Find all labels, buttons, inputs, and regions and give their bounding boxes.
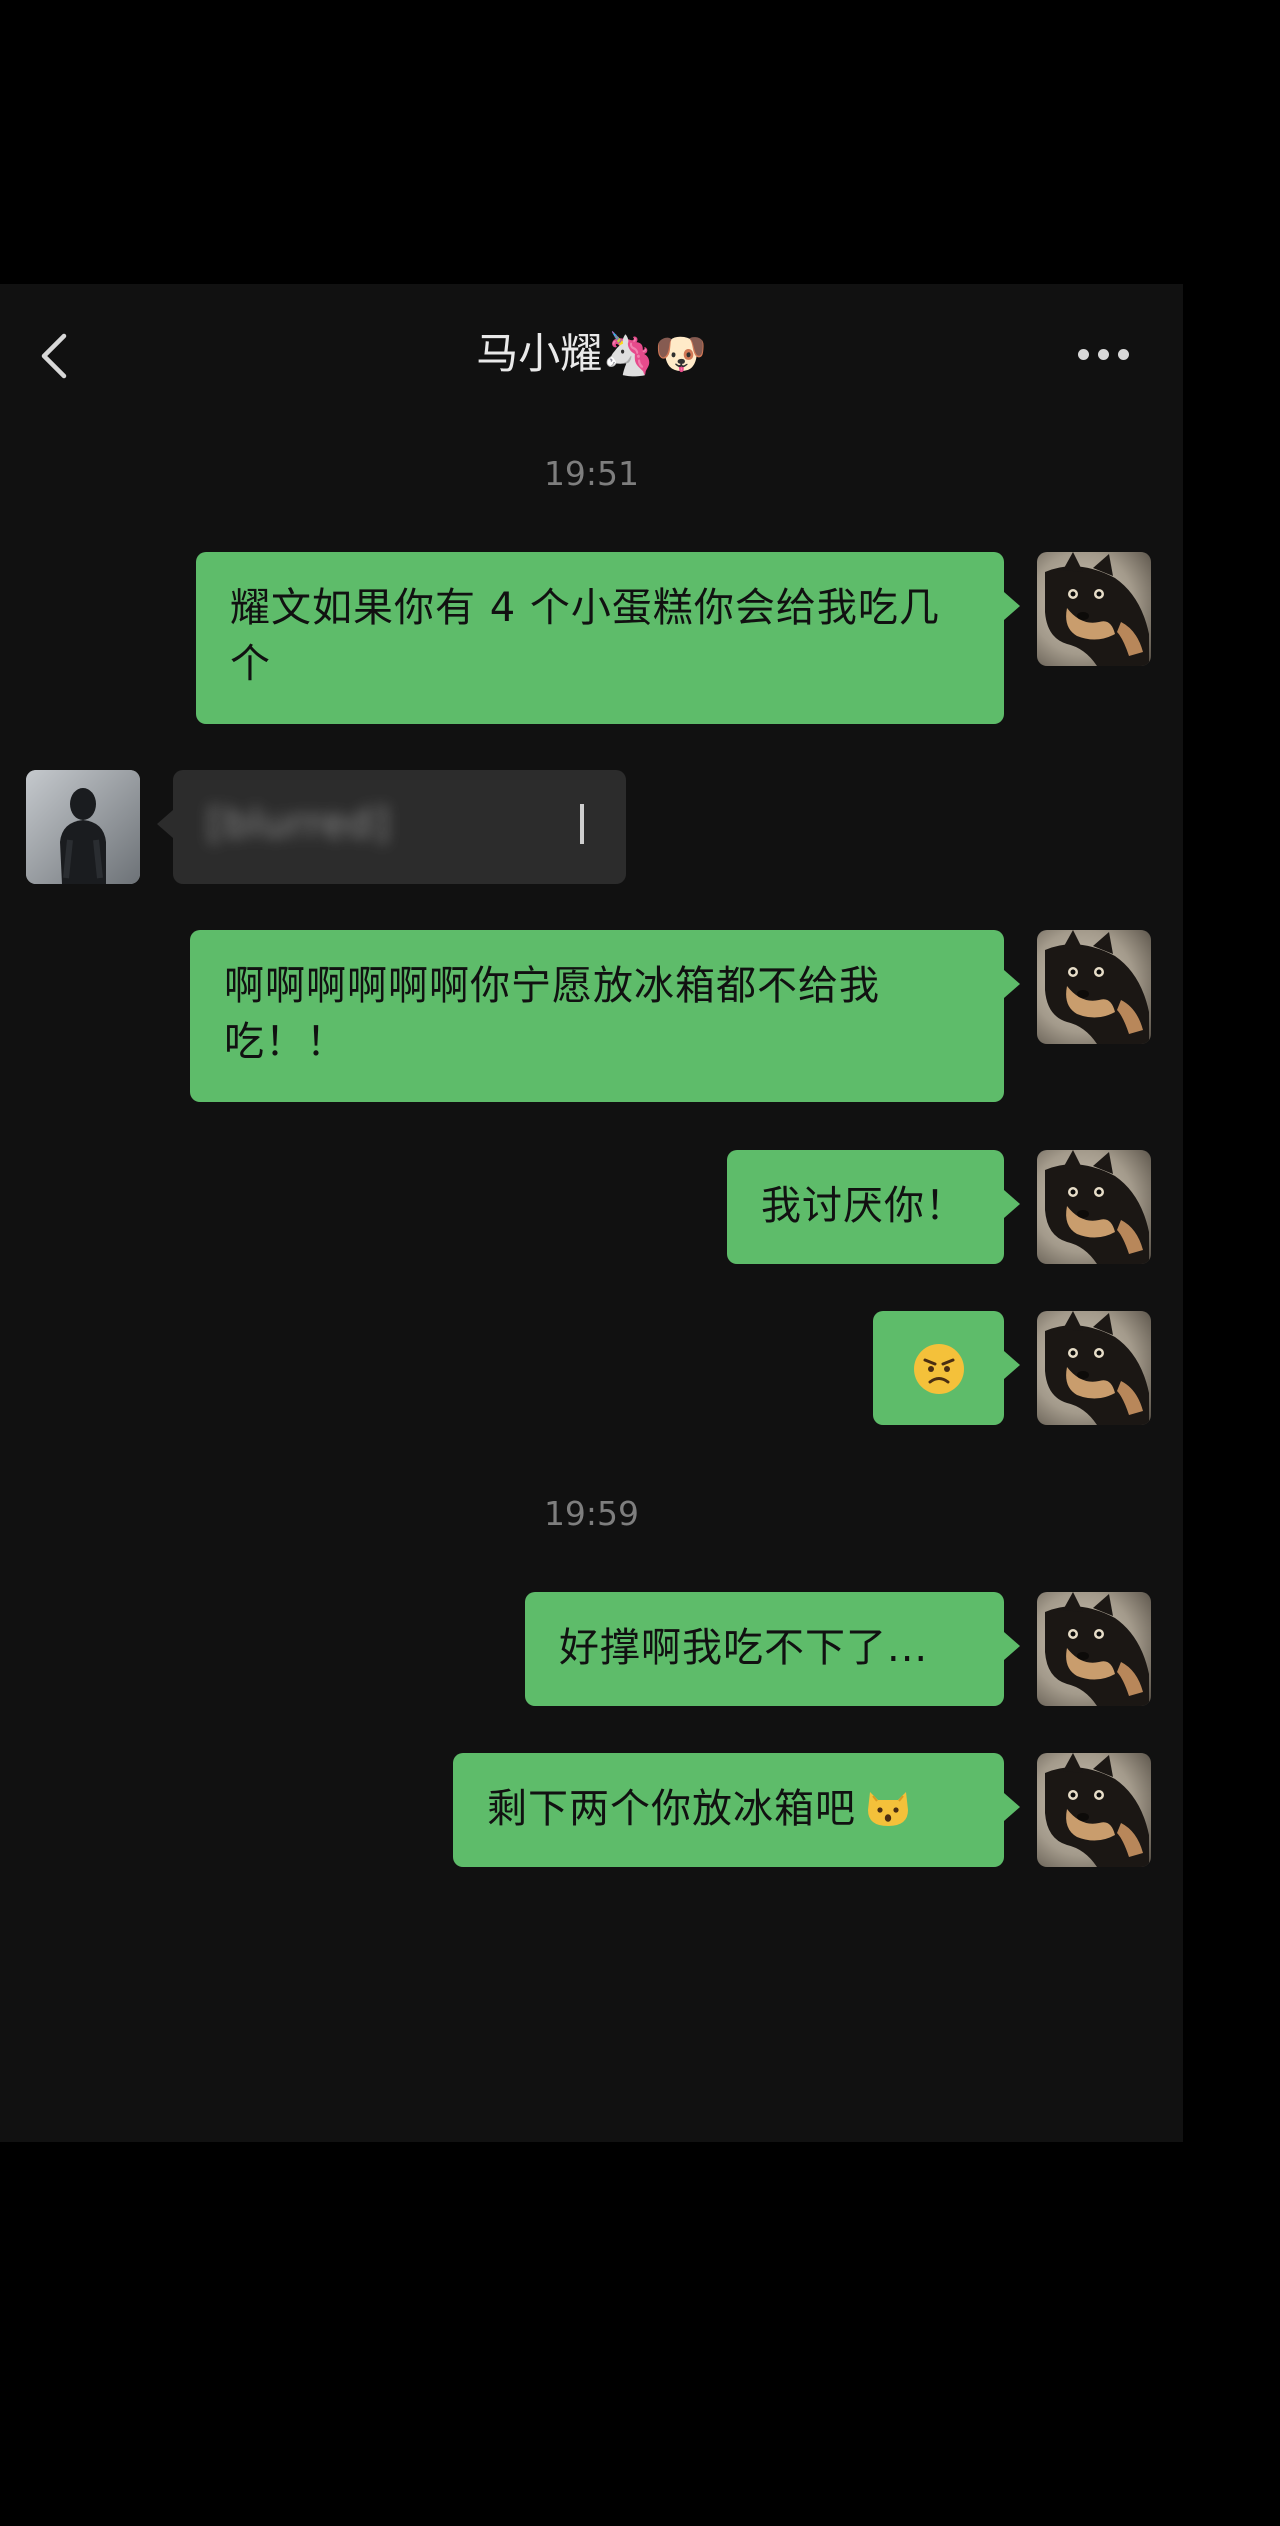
shiba-dog-avatar-icon: [1037, 1592, 1151, 1706]
my-emoji-bubble[interactable]: [873, 1311, 1020, 1425]
my-message-bubble[interactable]: 啊啊啊啊啊啊你宁愿放冰箱都不给我吃！！: [190, 930, 1020, 1102]
chat-title: 马小耀🦄🐶: [476, 329, 707, 378]
my-avatar[interactable]: [1037, 1753, 1151, 1867]
shiba-dog-avatar-icon: [1037, 552, 1151, 666]
my-avatar[interactable]: [1037, 930, 1151, 1044]
shiba-dog-avatar-icon: [1037, 1150, 1151, 1264]
chat-screen: 马小耀🦄🐶 19:51 耀文如果你有 4 个小蛋糕你会给我吃几个 [blurre…: [0, 284, 1183, 2142]
my-avatar[interactable]: [1037, 1592, 1151, 1706]
shiba-dog-avatar-icon: [1037, 930, 1151, 1044]
angry-face-icon: [914, 1344, 964, 1394]
timestamp: 19:59: [543, 1494, 640, 1533]
contact-message-bubble[interactable]: [blurred]: [157, 770, 626, 884]
my-avatar[interactable]: [1037, 1311, 1151, 1425]
chat-header: 马小耀🦄🐶: [0, 284, 1183, 424]
more-dots-icon[interactable]: [1072, 344, 1136, 368]
text-fragment: [580, 804, 584, 844]
message-text: 耀文如果你有 4 个小蛋糕你会给我吃几个: [230, 585, 940, 687]
shiba-dog-avatar-icon: [1037, 1311, 1151, 1425]
silhouette-avatar-icon: [26, 770, 140, 884]
message-text: 剩下两个你放冰箱吧: [487, 1786, 856, 1832]
my-message-bubble[interactable]: 剩下两个你放冰箱吧: [453, 1753, 1020, 1867]
my-avatar[interactable]: [1037, 1150, 1151, 1264]
my-avatar[interactable]: [1037, 552, 1151, 666]
message-text: 我讨厌你！: [761, 1183, 966, 1229]
my-message-bubble[interactable]: 好撑啊我吃不下了...: [525, 1592, 1020, 1706]
message-text: 啊啊啊啊啊啊你宁愿放冰箱都不给我吃！！: [224, 963, 880, 1065]
shiba-dog-avatar-icon: [1037, 1753, 1151, 1867]
contact-avatar[interactable]: [26, 770, 140, 884]
message-text: 好撑啊我吃不下了...: [559, 1625, 929, 1671]
timestamp: 19:51: [543, 454, 640, 493]
my-message-bubble[interactable]: 耀文如果你有 4 个小蛋糕你会给我吃几个: [196, 552, 1020, 724]
blurred-message-text: [blurred]: [207, 801, 391, 847]
my-message-bubble[interactable]: 我讨厌你！: [727, 1150, 1020, 1264]
cat-face-icon: [868, 1792, 908, 1826]
